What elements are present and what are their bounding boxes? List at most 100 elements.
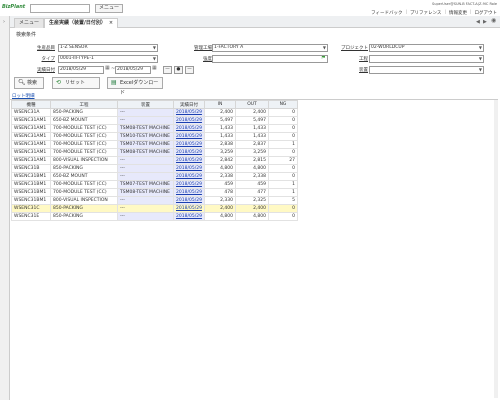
table-row[interactable]: WSENC31AM1 650-BZ MOUNT --- 2018/05/29 5,497… <box>11 116 298 125</box>
table-row[interactable]: WSENC31C 850-PACKING --- 2018/05/29 2,400 2,4… <box>11 204 298 213</box>
table-cell: WSENC31A <box>11 108 51 117</box>
table-cell: WSENC31AM1 <box>11 132 51 141</box>
col-in[interactable]: IN <box>204 100 236 109</box>
table-cell: WSENC31AM1 <box>11 116 51 125</box>
table-cell: 477 <box>235 188 269 197</box>
table-cell: 4,800 <box>235 164 269 173</box>
project-label: プロジェクト <box>341 46 368 51</box>
table-cell: 5 <box>268 196 298 205</box>
col-device[interactable]: 装置 <box>117 100 174 109</box>
date-link[interactable]: 2018/05/29 <box>173 108 205 117</box>
tab-prev-icon[interactable]: ◀ <box>476 19 480 25</box>
table-cell: 3,259 <box>204 148 236 157</box>
date-to-input[interactable]: 2018/05/29 <box>115 66 151 74</box>
table-row[interactable]: WSENC31E 850-PACKING --- 2018/05/29 4,800 4,8… <box>11 212 298 221</box>
table-cell: WSENC31E <box>11 212 51 221</box>
table-cell: 2,338 <box>235 172 269 181</box>
table-cell: 850-PACKING <box>50 212 118 221</box>
date-link[interactable]: 2018/05/29 <box>173 156 205 165</box>
menu-search-input[interactable] <box>30 4 90 13</box>
menu-button[interactable]: メニュー <box>95 4 123 13</box>
table-cell: 700-MODULE TEST (CC) <box>50 188 118 197</box>
table-cell: 5,497 <box>235 116 269 125</box>
table-cell: 0 <box>268 132 298 141</box>
calendar-from-icon[interactable]: ▦ <box>105 65 110 71</box>
date-today-button[interactable]: ● <box>174 66 183 74</box>
search-button[interactable]: 🔍︎ 検索 <box>14 77 44 89</box>
table-row[interactable]: WSENC31AM1 700-MODULE TEST (CC) TSM10-TEST… <box>11 132 298 141</box>
table-cell: 27 <box>268 156 298 165</box>
close-tab-icon[interactable]: × <box>109 20 113 26</box>
type-select[interactable]: 0001-III-TYPE-1 ▼ <box>58 55 158 63</box>
project-select[interactable]: 02-WORLDCUP ▼ <box>369 44 484 52</box>
device-select[interactable]: ▼ <box>369 66 484 74</box>
product-select[interactable]: 1-Z SENSOR ▼ <box>58 44 158 52</box>
calendar-to-icon[interactable]: ▦ <box>152 65 157 71</box>
table-cell: 1 <box>268 188 298 197</box>
date-link[interactable]: 2018/05/29 <box>173 180 205 189</box>
factory-label: 管理工場 <box>194 46 212 51</box>
table-cell: 1 <box>268 180 298 189</box>
table-cell: TSM08-TEST MACHINE <box>117 124 174 133</box>
flag-icon[interactable]: ⚑ <box>321 56 326 61</box>
table-row[interactable]: WSENC31AM1 800-VISUAL INSPECTION --- 2018/0… <box>11 156 298 165</box>
table-cell: 850-PACKING <box>50 164 118 173</box>
col-out[interactable]: OUT <box>235 100 269 109</box>
tab-production-results[interactable]: 生産実績（装置/日付別） × <box>44 18 119 28</box>
table-cell: 0 <box>268 172 298 181</box>
table-cell: TSM08-TEST MACHINE <box>117 188 174 197</box>
date-link[interactable]: 2018/05/29 <box>173 212 205 221</box>
col-process[interactable]: 工程 <box>50 100 118 109</box>
date-link[interactable]: 2018/05/29 <box>173 132 205 141</box>
col-date[interactable]: 実績日付 <box>173 100 205 109</box>
excel-download-button[interactable]: ▤ Excelダウンロード <box>107 77 163 96</box>
table-row[interactable]: WSENC31BM1 800-VISUAL INSPECTION --- 2018/0… <box>11 196 298 205</box>
table-row[interactable]: WSENC31BM1 700-MODULE TEST (CC) TSM07-TEST… <box>11 180 298 189</box>
table-row[interactable]: WSENC31BM1 650-BZ MOUNT --- 2018/05/29 2,338… <box>11 172 298 181</box>
table-row[interactable]: WSENC31AM1 700-MODULE TEST (CC) TSM08-TEST… <box>11 124 298 133</box>
table-cell: WSENC31C <box>11 204 51 213</box>
sidebar-collapsed[interactable]: › <box>0 16 10 400</box>
date-plus-button[interactable]: — <box>185 66 194 74</box>
date-link[interactable]: 2018/05/29 <box>173 188 205 197</box>
table-cell: 650-BZ MOUNT <box>50 172 118 181</box>
grid-scrollbar[interactable] <box>494 100 498 398</box>
date-minus-button[interactable]: — <box>163 66 172 74</box>
table-cell: 459 <box>235 180 269 189</box>
table-cell: 0 <box>268 124 298 133</box>
date-link[interactable]: 2018/05/29 <box>173 140 205 149</box>
tab-next-icon[interactable]: ▶ <box>483 19 487 25</box>
table-cell: 700-MODULE TEST (CC) <box>50 140 118 149</box>
col-model[interactable]: 機種 <box>11 100 51 109</box>
table-row[interactable]: WSENC31B 850-PACKING --- 2018/05/29 4,800 4,8… <box>11 164 298 173</box>
date-link[interactable]: 2018/05/29 <box>173 148 205 157</box>
date-link[interactable]: 2018/05/29 <box>173 204 205 213</box>
date-from-input[interactable]: 2018/05/29 <box>58 66 104 74</box>
date-link[interactable]: 2018/05/29 <box>173 172 205 181</box>
col-ng[interactable]: NG <box>268 100 298 109</box>
table-cell: 0 <box>268 204 298 213</box>
table-cell: 850-PACKING <box>50 108 118 117</box>
tab-menu-icon[interactable]: ◉ <box>491 17 496 24</box>
app-logo[interactable]: BizPlant <box>2 4 25 12</box>
table-row[interactable]: WSENC31A 850-PACKING --- 2018/05/29 2,400 2,4… <box>11 108 298 117</box>
table-cell: 0 <box>268 108 298 117</box>
table-row[interactable]: WSENC31BM1 700-MODULE TEST (CC) TSM08-TEST… <box>11 188 298 197</box>
quality-input[interactable]: ⚑ <box>212 55 328 63</box>
table-row[interactable]: WSENC31AM1 700-MODULE TEST (CC) TSM08-TEST… <box>11 148 298 157</box>
date-link[interactable]: 2018/05/29 <box>173 164 205 173</box>
process-select[interactable]: ▼ <box>369 55 484 63</box>
table-cell: 2,400 <box>204 204 236 213</box>
expand-icon[interactable]: › <box>3 19 5 25</box>
date-link[interactable]: 2018/05/29 <box>173 196 205 205</box>
tab-menu[interactable]: メニュー <box>14 18 45 28</box>
table-cell: 2,838 <box>204 140 236 149</box>
date-link[interactable]: 2018/05/29 <box>173 116 205 125</box>
factory-select[interactable]: 1-FACTORY A ▼ <box>212 44 328 52</box>
reset-button[interactable]: ⟲ リセット <box>52 77 100 89</box>
table-row[interactable]: WSENC31AM1 700-MODULE TEST (CC) TSM07-TEST… <box>11 140 298 149</box>
table-cell: WSENC31B <box>11 164 51 173</box>
date-link[interactable]: 2018/05/29 <box>173 124 205 133</box>
table-cell: 0 <box>268 116 298 125</box>
table-cell: 459 <box>204 180 236 189</box>
